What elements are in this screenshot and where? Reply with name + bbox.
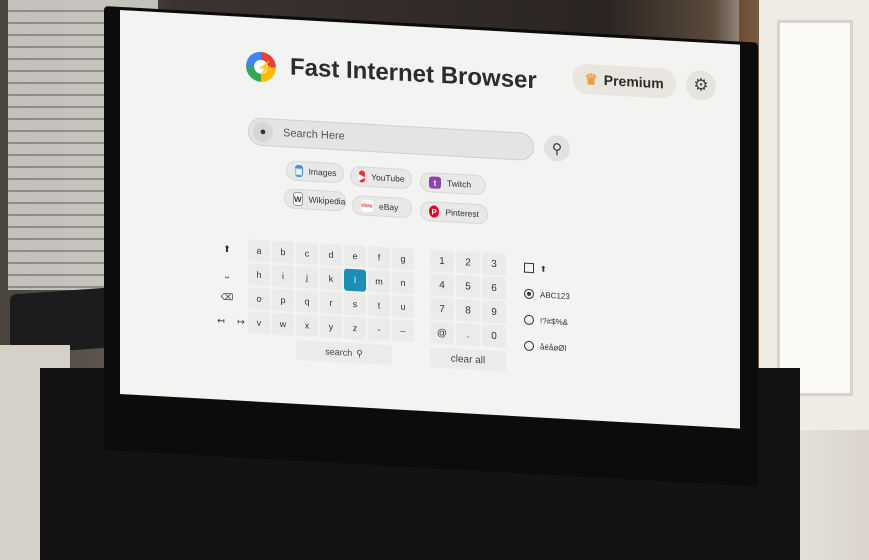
cursor-left-key[interactable]: ↤ bbox=[210, 309, 232, 332]
quick-link-youtube[interactable]: ▶ YouTube bbox=[350, 165, 412, 190]
key-5[interactable]: 5 bbox=[456, 274, 480, 299]
pinterest-icon: P bbox=[429, 205, 440, 218]
key-dash[interactable]: – bbox=[392, 319, 414, 343]
key-e[interactable]: e bbox=[344, 244, 366, 268]
quick-link-twitch[interactable]: t Twitch bbox=[420, 171, 486, 196]
space-key[interactable]: ⎵ bbox=[216, 261, 238, 284]
key-i[interactable]: i bbox=[272, 264, 294, 288]
key-dot[interactable]: . bbox=[456, 322, 480, 347]
keyboard-search-label: search bbox=[325, 346, 353, 358]
quick-link-wikipedia[interactable]: W Wikipedia bbox=[284, 188, 346, 212]
quick-link-label: eBay bbox=[379, 201, 399, 213]
quick-link-label: Wikipedia bbox=[308, 194, 346, 207]
app-title: Fast Internet Browser bbox=[290, 53, 537, 95]
key-l[interactable]: l bbox=[344, 268, 366, 292]
mode-label: ABC123 bbox=[540, 289, 570, 301]
tv-screen: ⚡ Fast Internet Browser ♛ Premium ⚙ ● ⚲ … bbox=[120, 10, 740, 429]
arrow-right-icon: ↦ bbox=[237, 316, 245, 327]
quick-link-label: YouTube bbox=[371, 172, 405, 184]
key-1[interactable]: 1 bbox=[430, 249, 454, 273]
key-t[interactable]: t bbox=[368, 293, 390, 318]
gear-icon: ⚙ bbox=[693, 75, 709, 95]
radio-icon bbox=[524, 314, 534, 326]
search-bar: ● bbox=[248, 117, 534, 162]
quick-link-label: Images bbox=[308, 166, 337, 179]
key-p[interactable]: p bbox=[272, 288, 294, 312]
key-6[interactable]: 6 bbox=[482, 276, 506, 300]
key-f[interactable]: f bbox=[368, 245, 390, 270]
search-button[interactable]: ⚲ bbox=[544, 134, 570, 163]
key-k[interactable]: k bbox=[320, 267, 342, 291]
caps-toggle[interactable]: ⬆ bbox=[524, 262, 547, 274]
key-v[interactable]: v bbox=[248, 311, 270, 335]
search-icon: ⚲ bbox=[356, 347, 363, 359]
mode-accents[interactable]: åéåøØl bbox=[524, 340, 567, 353]
key-at[interactable]: @ bbox=[430, 321, 454, 345]
youtube-icon: ▶ bbox=[359, 170, 366, 183]
shift-icon: ⬆ bbox=[223, 243, 231, 254]
radio-icon bbox=[524, 340, 534, 352]
shift-key[interactable]: ⬆ bbox=[216, 237, 238, 260]
ebay-icon: ebay bbox=[361, 199, 373, 213]
key-9[interactable]: 9 bbox=[482, 300, 506, 324]
wikipedia-icon: W bbox=[293, 191, 303, 207]
mode-symbols[interactable]: !?#$%& bbox=[524, 314, 569, 327]
key-g[interactable]: g bbox=[392, 247, 414, 271]
backspace-key[interactable]: ⌫ bbox=[216, 285, 238, 308]
key-4[interactable]: 4 bbox=[430, 273, 454, 297]
key-u[interactable]: u bbox=[392, 295, 414, 319]
key-c[interactable]: c bbox=[296, 241, 318, 266]
key-8[interactable]: 8 bbox=[456, 298, 480, 323]
key-z[interactable]: z bbox=[344, 316, 366, 340]
key-w[interactable]: w bbox=[272, 312, 294, 336]
space-icon: ⎵ bbox=[225, 267, 229, 278]
window-frame bbox=[759, 0, 869, 430]
key-2[interactable]: 2 bbox=[456, 250, 480, 275]
quick-link-pinterest[interactable]: P Pinterest bbox=[420, 200, 488, 225]
search-input[interactable] bbox=[281, 126, 525, 154]
crown-icon: ♛ bbox=[584, 70, 598, 89]
key-3[interactable]: 3 bbox=[482, 252, 506, 276]
key-q[interactable]: q bbox=[296, 289, 318, 314]
key-hyphen[interactable]: - bbox=[368, 317, 390, 342]
checkbox-icon bbox=[524, 262, 534, 274]
key-r[interactable]: r bbox=[320, 291, 342, 315]
quick-link-ebay[interactable]: ebay eBay bbox=[352, 194, 412, 219]
shift-icon: ⬆ bbox=[540, 263, 547, 274]
arrow-left-icon: ↤ bbox=[217, 314, 225, 326]
key-0[interactable]: 0 bbox=[482, 324, 506, 348]
keyboard-search-button[interactable]: search ⚲ bbox=[296, 339, 392, 366]
key-m[interactable]: m bbox=[368, 269, 390, 294]
clear-all-button[interactable]: clear all bbox=[430, 347, 506, 372]
premium-button[interactable]: ♛ Premium bbox=[572, 63, 676, 100]
quick-link-label: Twitch bbox=[447, 178, 472, 190]
key-y[interactable]: y bbox=[320, 315, 342, 339]
bolt-icon: ⚡ bbox=[257, 59, 274, 76]
radio-selected-icon bbox=[524, 288, 534, 300]
key-a[interactable]: a bbox=[248, 239, 270, 263]
key-o[interactable]: o bbox=[248, 287, 270, 311]
key-j[interactable]: j bbox=[296, 265, 318, 290]
key-n[interactable]: n bbox=[392, 271, 414, 295]
key-b[interactable]: b bbox=[272, 240, 294, 264]
backspace-icon: ⌫ bbox=[220, 291, 234, 302]
mic-icon[interactable]: ● bbox=[253, 121, 273, 143]
quick-link-images[interactable]: ▣ Images bbox=[286, 160, 344, 184]
twitch-icon: t bbox=[429, 176, 441, 189]
settings-button[interactable]: ⚙ bbox=[686, 69, 716, 102]
key-7[interactable]: 7 bbox=[430, 297, 454, 321]
mode-label: åéåøØl bbox=[540, 341, 567, 353]
key-x[interactable]: x bbox=[296, 313, 318, 338]
mode-abc123[interactable]: ABC123 bbox=[524, 288, 570, 302]
images-icon: ▣ bbox=[295, 164, 303, 178]
key-s[interactable]: s bbox=[344, 292, 366, 316]
premium-label: Premium bbox=[603, 72, 664, 92]
key-d[interactable]: d bbox=[320, 243, 342, 267]
search-icon: ⚲ bbox=[551, 139, 563, 157]
quick-link-label: Pinterest bbox=[445, 207, 479, 220]
mode-label: !?#$%& bbox=[540, 315, 569, 327]
key-h[interactable]: h bbox=[248, 263, 270, 287]
